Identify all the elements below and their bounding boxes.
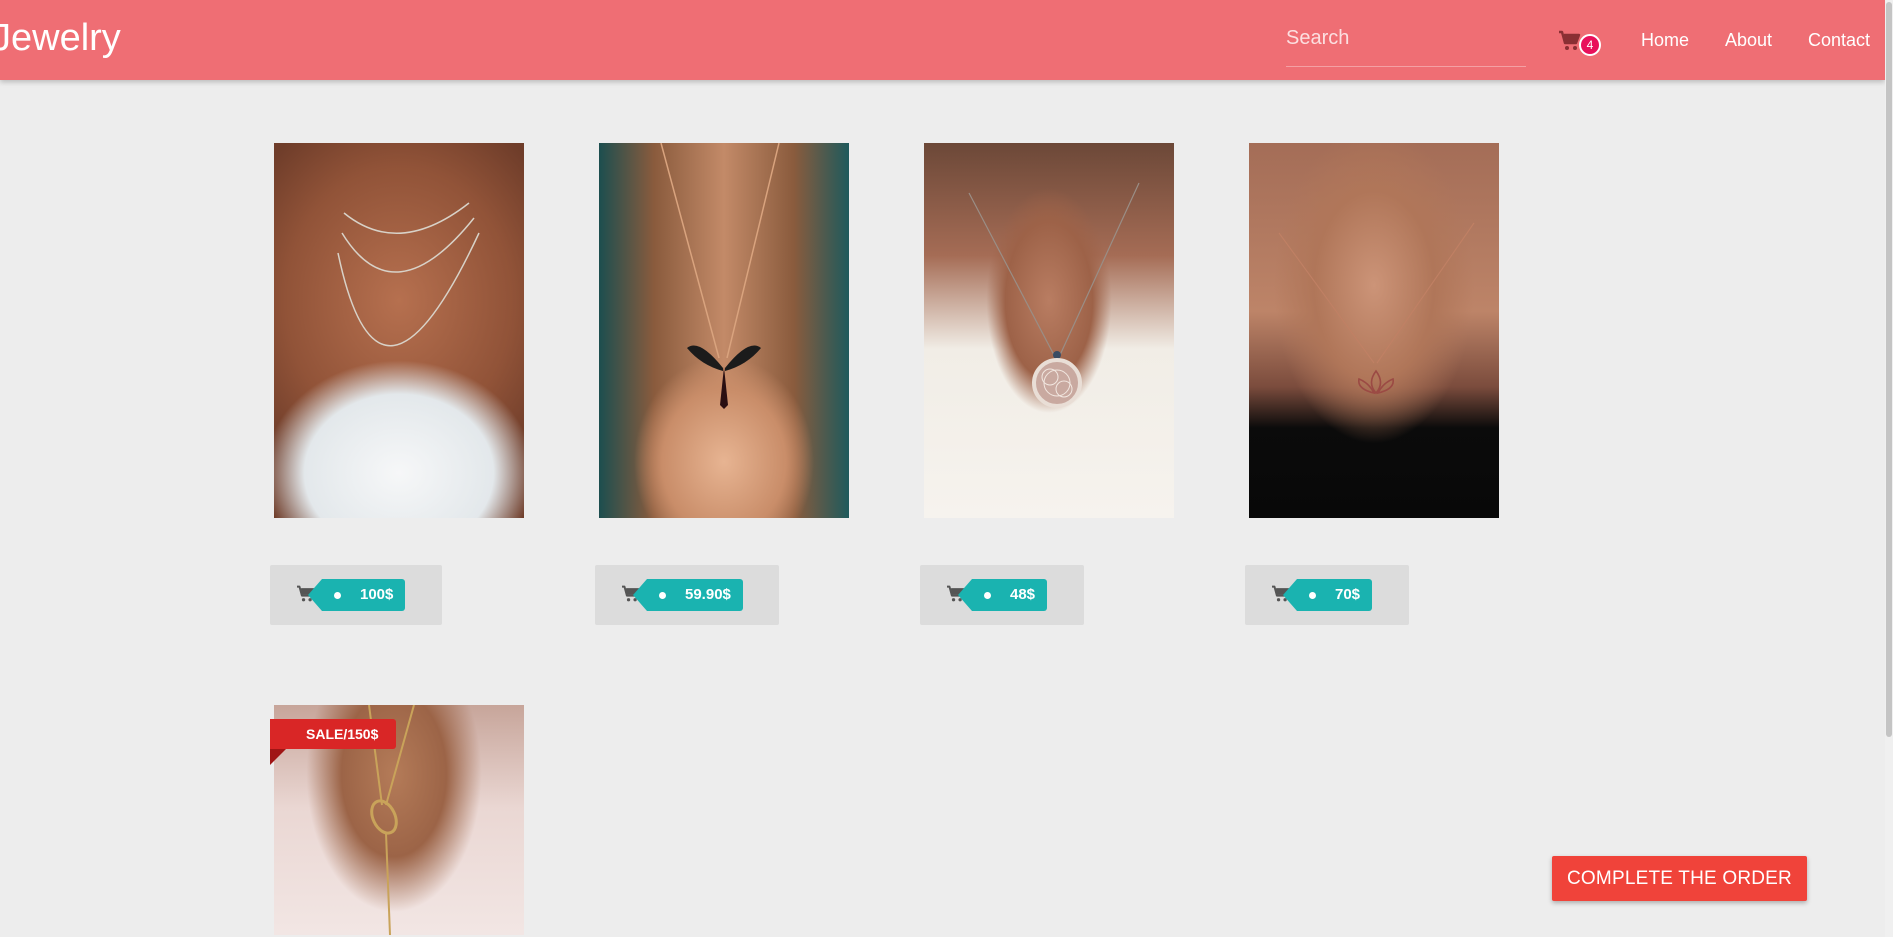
shopping-cart-icon [1559,30,1581,50]
product-image-winged-pendant[interactable] [599,143,849,518]
brand-title[interactable]: Jewelry [0,16,121,60]
price-label: 100$ [360,586,394,603]
tag-hole [334,592,341,599]
product-card-sale: SALE/150$ [270,705,524,935]
product-image-lotus-pendant[interactable] [1249,143,1499,518]
tag-hole [1309,592,1316,599]
cart-count-badge: 4 [1579,34,1601,56]
nav-link-contact[interactable]: Contact [1808,28,1870,52]
tag-hole [984,592,991,599]
page-scrollbar[interactable] [1885,0,1893,937]
scrollbar-thumb[interactable] [1886,2,1892,737]
complete-order-button[interactable]: COMPLETE THE ORDER [1552,856,1807,901]
sale-badge: SALE/150$ [270,719,397,749]
necklace-illustration [1278,222,1475,395]
price-tag: 48$ [957,579,1048,611]
product-card: 100$ [270,143,524,625]
add-to-cart-button[interactable]: 48$ [920,565,1084,625]
necklace-illustration [337,202,480,347]
add-to-cart-button[interactable]: 70$ [1245,565,1409,625]
price-label: 59.90$ [685,586,731,603]
product-card: 59.90$ [595,143,849,625]
tag-hole [659,592,666,599]
sale-badge-fold [270,749,286,765]
price-tag: 100$ [307,579,406,611]
product-card: 48$ [920,143,1174,625]
product-image-flower-of-life[interactable] [924,143,1174,518]
search-input[interactable] [1286,22,1526,54]
nav-link-about[interactable]: About [1725,28,1772,52]
cart-button[interactable]: 4 [1558,26,1606,60]
necklace-illustration [968,182,1140,408]
add-to-cart-button[interactable]: 100$ [270,565,442,625]
price-tag: 59.90$ [633,579,743,611]
product-card: 70$ [1245,143,1499,625]
price-tag: 70$ [1282,579,1373,611]
top-navbar: Jewelry 4 Home About Contact [0,0,1885,80]
necklace-illustration [660,143,780,409]
price-label: 70$ [1335,586,1361,603]
nav-link-home[interactable]: Home [1641,28,1689,52]
price-label: 48$ [1010,586,1036,603]
product-image-layered-chains[interactable] [274,143,524,518]
add-to-cart-button[interactable]: 59.90$ [595,565,779,625]
search-field[interactable] [1286,22,1526,67]
